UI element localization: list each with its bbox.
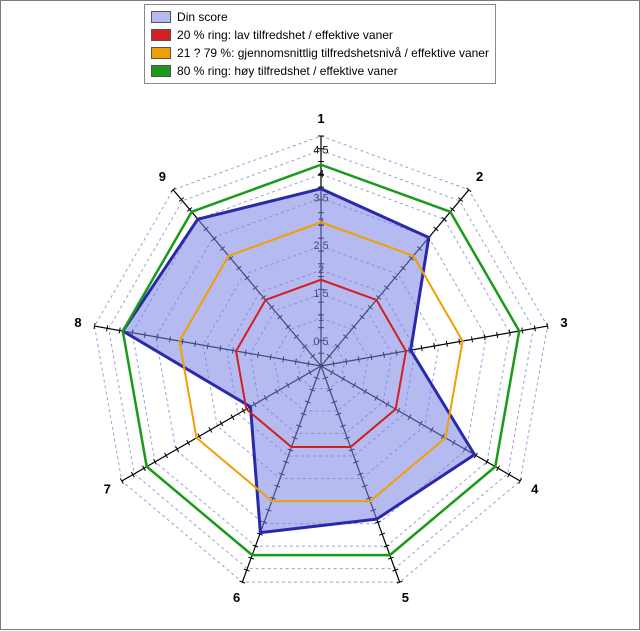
legend-item: 20 % ring: lav tilfredshet / effektive v… (151, 26, 489, 44)
legend-item: Din score (151, 8, 489, 26)
svg-text:4: 4 (531, 481, 539, 496)
legend-swatch (151, 47, 171, 59)
legend-label: 21 ? 79 %: gjennomsnittlig tilfredshetsn… (177, 44, 489, 62)
svg-text:1: 1 (317, 111, 324, 126)
legend-item: 21 ? 79 %: gjennomsnittlig tilfredshetsn… (151, 44, 489, 62)
svg-text:6: 6 (233, 590, 240, 605)
legend-item: 80 % ring: høy tilfredshet / effektive v… (151, 62, 489, 80)
legend-swatch (151, 11, 171, 23)
legend-label: 20 % ring: lav tilfredshet / effektive v… (177, 26, 393, 44)
svg-text:4: 4 (318, 168, 324, 180)
svg-text:8: 8 (74, 315, 81, 330)
svg-text:5: 5 (402, 590, 409, 605)
legend-swatch (151, 65, 171, 77)
svg-text:7: 7 (104, 481, 111, 496)
legend-label: Din score (177, 8, 228, 26)
legend-swatch (151, 29, 171, 41)
legend: Din score 20 % ring: lav tilfredshet / e… (144, 4, 496, 84)
radar-chart: 1234567890,511,522,533,544,5 (1, 1, 640, 631)
legend-label: 80 % ring: høy tilfredshet / effektive v… (177, 62, 398, 80)
svg-text:3: 3 (560, 315, 567, 330)
svg-text:2: 2 (476, 169, 483, 184)
svg-text:4,5: 4,5 (313, 144, 328, 156)
svg-text:9: 9 (159, 169, 166, 184)
